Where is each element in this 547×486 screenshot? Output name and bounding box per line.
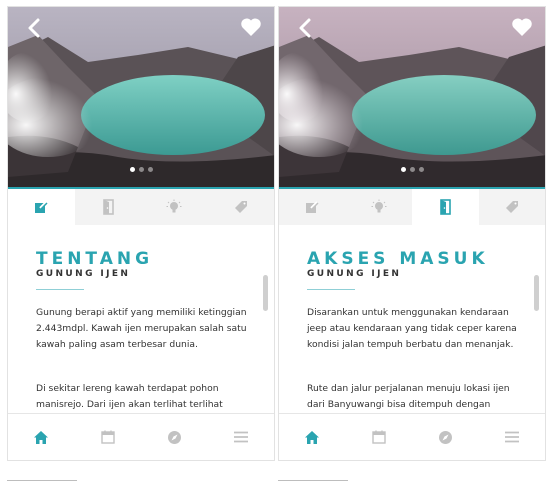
bottom-nav: [8, 413, 274, 460]
menu-icon: [504, 431, 519, 443]
carousel-dot[interactable]: [138, 167, 144, 172]
bottom-nav: [279, 413, 545, 460]
tab-tentang[interactable]: [8, 189, 75, 225]
divider: [278, 480, 348, 481]
tab-tentang[interactable]: [279, 189, 346, 225]
nav-calendar[interactable]: [75, 414, 142, 460]
carousel-dot[interactable]: [400, 167, 406, 172]
scrollbar-thumb[interactable]: [263, 275, 268, 311]
nav-menu[interactable]: [479, 414, 546, 460]
nav-explore[interactable]: [412, 414, 479, 460]
paragraph: Disarankan untuk menggunakan kendaraan j…: [307, 307, 517, 350]
carousel-dot[interactable]: [129, 167, 135, 172]
section-tabbar: [8, 189, 274, 225]
scrollbar-thumb[interactable]: [534, 275, 539, 311]
home-icon: [305, 430, 320, 444]
section-subtitle: GUNUNG IJEN: [36, 269, 131, 279]
compass-icon: [438, 430, 452, 444]
paragraph: Rute dan jalur perjalanan menuju lokasi …: [307, 383, 510, 410]
tab-akses[interactable]: [412, 189, 479, 225]
section-content: TENTANG GUNUNG IJEN Gunung berapi aktif …: [8, 225, 274, 414]
paragraph: Di sekitar lereng kawah terdapat pohon m…: [36, 383, 223, 410]
back-icon[interactable]: [24, 17, 46, 39]
lightbulb-icon: [166, 199, 182, 213]
tab-tips[interactable]: [346, 189, 413, 225]
title-underline: [36, 289, 84, 290]
section-content: AKSES MASUK GUNUNG IJEN Disarankan untuk…: [279, 225, 545, 414]
section-title: TENTANG: [36, 249, 154, 269]
screen-tentang: TENTANG GUNUNG IJEN Gunung berapi aktif …: [7, 6, 275, 461]
tab-akses[interactable]: [75, 189, 142, 225]
hero-photo: [8, 7, 274, 187]
tab-tips[interactable]: [141, 189, 208, 225]
door-icon: [440, 199, 452, 215]
home-icon: [34, 430, 49, 444]
title-underline: [307, 289, 355, 290]
nav-home[interactable]: [8, 414, 75, 460]
paragraph: Gunung berapi aktif yang memiliki keting…: [36, 307, 247, 350]
screen-akses-masuk: AKSES MASUK GUNUNG IJEN Disarankan untuk…: [278, 6, 546, 461]
section-subtitle: GUNUNG IJEN: [307, 269, 402, 279]
calendar-icon: [101, 430, 115, 444]
carousel-dots[interactable]: [8, 167, 274, 172]
tab-harga[interactable]: [208, 189, 275, 225]
info-edit-icon: [306, 201, 319, 213]
tag-icon: [505, 201, 518, 213]
menu-icon: [233, 431, 248, 443]
nav-home[interactable]: [279, 414, 346, 460]
carousel-dot[interactable]: [418, 167, 424, 172]
nav-explore[interactable]: [141, 414, 208, 460]
tab-harga[interactable]: [479, 189, 546, 225]
divider: [7, 480, 77, 481]
heart-icon[interactable]: [240, 17, 262, 37]
info-edit-icon: [35, 201, 48, 213]
lightbulb-icon: [371, 199, 387, 213]
carousel-dot[interactable]: [409, 167, 415, 172]
tag-icon: [234, 201, 247, 213]
nav-menu[interactable]: [208, 414, 275, 460]
section-title: AKSES MASUK: [307, 249, 489, 269]
carousel-dot[interactable]: [147, 167, 153, 172]
calendar-icon: [372, 430, 386, 444]
heart-icon[interactable]: [511, 17, 533, 37]
compass-icon: [167, 430, 181, 444]
back-icon[interactable]: [295, 17, 317, 39]
door-icon: [102, 199, 114, 215]
carousel-dots[interactable]: [279, 167, 545, 172]
hero-photo: [279, 7, 545, 187]
nav-calendar[interactable]: [346, 414, 413, 460]
section-tabbar: [279, 189, 545, 225]
